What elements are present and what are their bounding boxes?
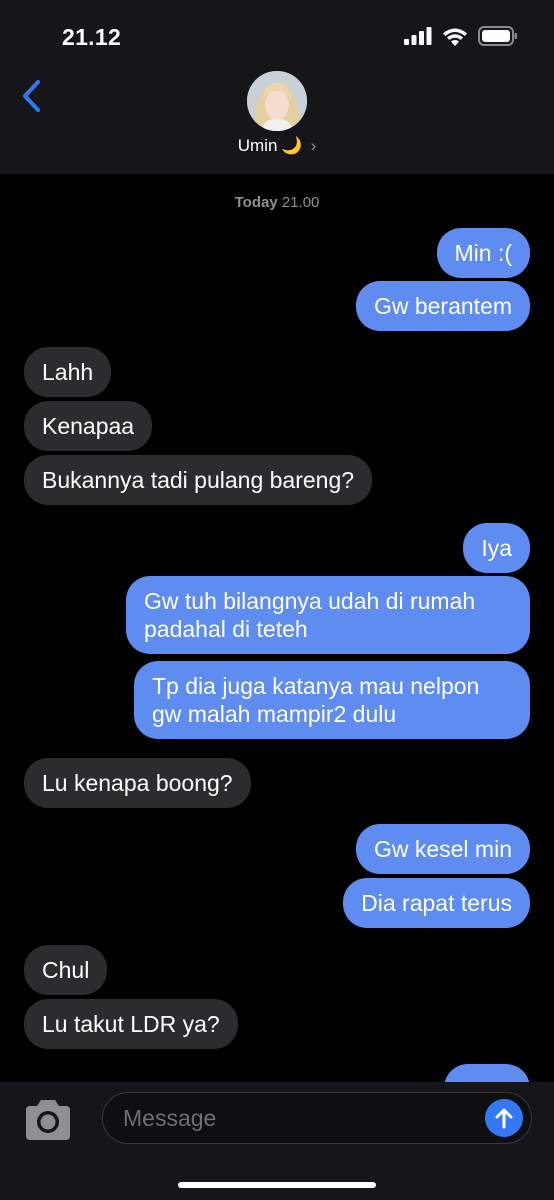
home-indicator (178, 1182, 376, 1188)
message-input[interactable] (123, 1093, 473, 1143)
message-field[interactable] (102, 1092, 532, 1144)
message-bubble-sent[interactable]: Gw berantem (355, 281, 538, 331)
contact-name-row[interactable]: Umin 🌙 › (0, 136, 554, 156)
conversation-timestamp: Today 21.00 (0, 194, 554, 211)
message-bubble-received[interactable]: Lahh (24, 347, 112, 397)
chevron-right-icon: › (310, 136, 317, 155)
message-bubble-sent[interactable]: Dia rapat terus (343, 878, 537, 928)
signal-icon (404, 27, 432, 45)
message-bubble-received[interactable]: Lu kenapa boong? (17, 758, 251, 808)
status-time: 21.12 (62, 24, 122, 50)
send-button[interactable] (485, 1099, 523, 1137)
message-bubble-received[interactable]: Chul (24, 945, 108, 995)
message-bubble-received[interactable]: Kenapaa (24, 401, 153, 451)
camera-button[interactable] (22, 1098, 74, 1142)
back-button[interactable] (14, 76, 48, 116)
message-bubble-sent[interactable]: Min :( (436, 228, 530, 278)
status-bar: 21.12 (0, 0, 554, 70)
moon-emoji: 🌙 (281, 136, 303, 155)
message-bubble-sent[interactable]: Tp dia juga katanya mau nelpon gw malah … (134, 661, 537, 739)
timestamp-day: Today (234, 194, 278, 211)
conversation-header: 21.12 Umin 🌙 › (0, 0, 554, 174)
message-bubble-sent[interactable]: Gw tuh bilangnya udah di rumah padahal d… (126, 576, 530, 654)
message-bubble-sent[interactable]: Iya (463, 523, 530, 573)
camera-icon (26, 1100, 70, 1140)
message-bubble-sent[interactable]: Gw kesel min (355, 824, 530, 874)
timestamp-time: 21.00 (281, 194, 320, 211)
wifi-icon (443, 28, 467, 46)
contact-avatar[interactable] (247, 71, 307, 131)
arrow-up-icon (495, 1108, 513, 1129)
message-bubble-received[interactable]: Lu takut LDR ya? (17, 999, 238, 1049)
message-input-bar (0, 1082, 554, 1200)
contact-name: Umin (237, 136, 278, 155)
status-icons (404, 26, 518, 46)
chevron-left-icon (23, 80, 40, 112)
avatar-photo (247, 71, 307, 131)
message-bubble-received[interactable]: Bukannya tadi pulang bareng? (16, 455, 373, 505)
battery-icon (478, 26, 517, 46)
